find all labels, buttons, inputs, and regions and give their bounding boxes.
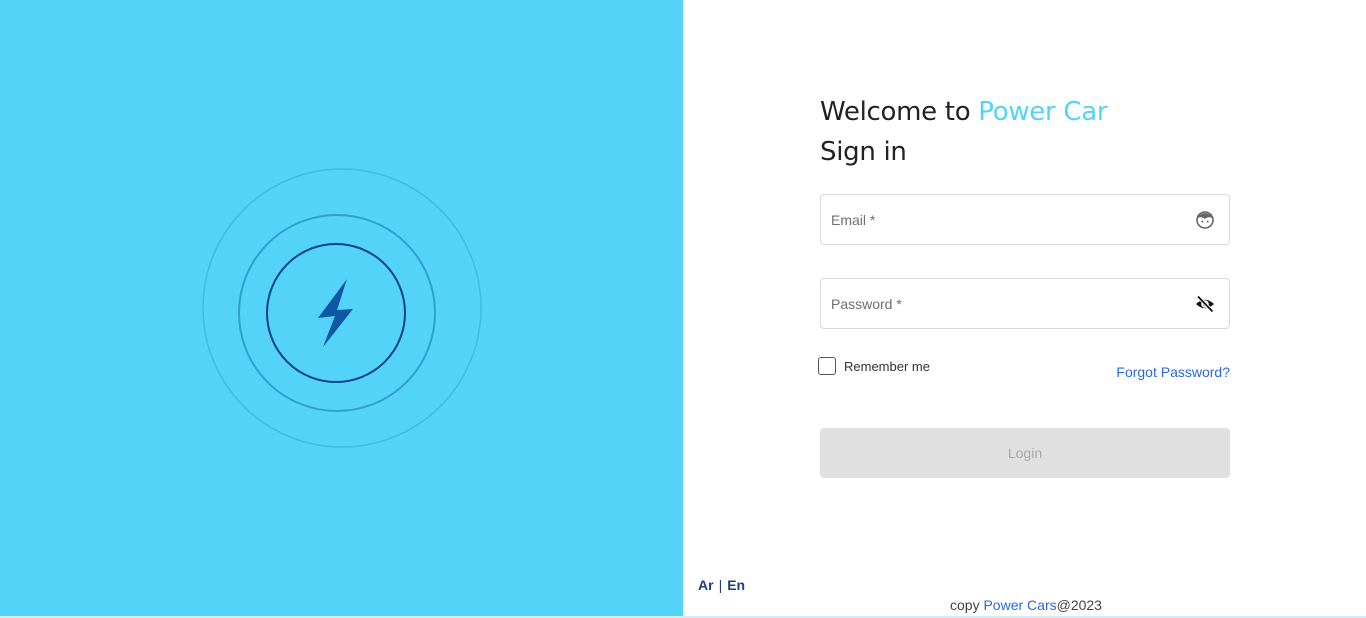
lightning-bolt-icon bbox=[318, 279, 353, 347]
eye-off-icon[interactable] bbox=[1195, 294, 1215, 314]
copyright-prefix: copy bbox=[950, 597, 980, 613]
brand-panel bbox=[0, 0, 683, 616]
password-input[interactable] bbox=[821, 279, 1229, 328]
lightning-logo-icon bbox=[202, 168, 482, 448]
language-switcher: Ar | En bbox=[698, 577, 745, 593]
lang-en-link[interactable]: En bbox=[727, 577, 745, 593]
remember-me: Remember me bbox=[818, 357, 930, 375]
copyright: copy Power Cars@2023 bbox=[950, 597, 1102, 613]
copyright-brand: Power Cars bbox=[983, 597, 1057, 613]
password-field bbox=[820, 278, 1230, 329]
forgot-password-link[interactable]: Forgot Password? bbox=[1116, 364, 1230, 380]
remember-label: Remember me bbox=[844, 358, 930, 374]
welcome-text: Welcome to bbox=[820, 97, 971, 127]
brand-name: Power Car bbox=[978, 97, 1108, 127]
login-panel: Welcome to Power Car Sign in Remember me… bbox=[683, 0, 1366, 616]
lang-separator: | bbox=[718, 577, 723, 593]
lang-ar-link[interactable]: Ar bbox=[698, 577, 714, 593]
page-title: Welcome to Power Car Sign in bbox=[820, 92, 1108, 172]
copyright-year: @2023 bbox=[1056, 597, 1102, 613]
sign-in-title: Sign in bbox=[820, 137, 907, 167]
email-input[interactable] bbox=[821, 195, 1229, 244]
outer-ring bbox=[202, 168, 482, 448]
email-field bbox=[820, 194, 1230, 245]
login-button[interactable]: Login bbox=[820, 428, 1230, 478]
face-icon bbox=[1196, 211, 1214, 229]
remember-checkbox[interactable] bbox=[818, 357, 836, 375]
